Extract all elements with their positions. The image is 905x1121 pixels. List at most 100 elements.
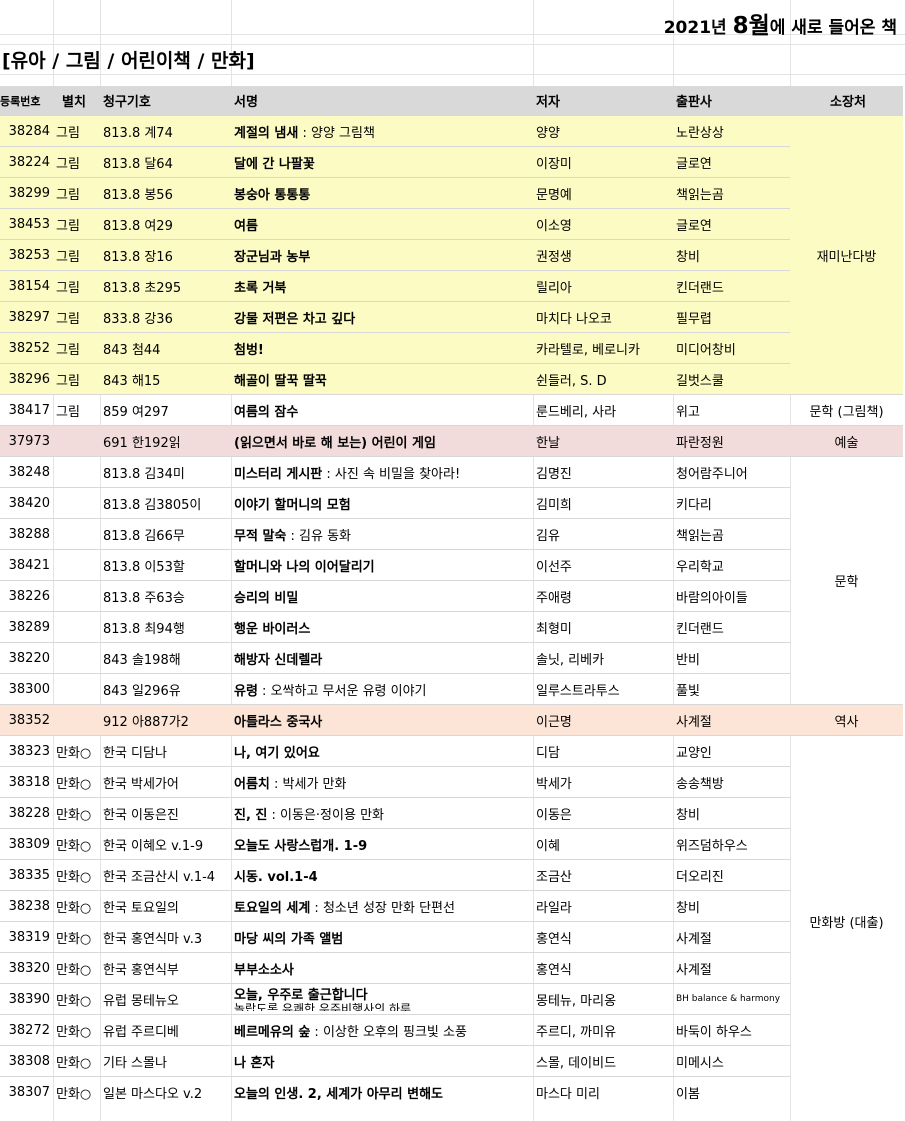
book-title: 여름 — [231, 208, 533, 240]
book-title: 아틀라스 중국사 — [231, 704, 533, 736]
reg-number: 38272 — [0, 1014, 53, 1046]
category-tag — [53, 456, 100, 488]
publisher: 파란정원 — [673, 425, 790, 457]
call-number: 한국 조금산시 v.1-4 — [100, 859, 231, 891]
book-title: 진, 진 : 이동은·정이용 만화 — [231, 797, 533, 829]
table-row: 38253 그림 813.8 장16 장군님과 농부 권정생 창비 — [0, 239, 903, 271]
publisher: 교양인 — [673, 735, 790, 767]
category-tag: 만화○ — [53, 766, 100, 798]
publisher: 창비 — [673, 797, 790, 829]
publisher: 노란상상 — [673, 115, 790, 147]
author: 이소영 — [533, 208, 673, 240]
category-tag: 만화○ — [53, 983, 100, 1015]
table-row: 38272 만화○ 유럽 주르디베 베르메유의 숲 : 이상한 오후의 핑크빛 소풍 주… — [0, 1014, 903, 1046]
category-tag — [53, 487, 100, 519]
reg-number: 38307 — [0, 1076, 53, 1107]
category-tag: 그림 — [53, 394, 100, 426]
call-number: 한국 디담나 — [100, 735, 231, 767]
header-location: 소장처 — [790, 86, 903, 116]
category-tag: 만화○ — [53, 1014, 100, 1046]
category-tag: 그림 — [53, 332, 100, 364]
call-number: 813.8 주63승 — [100, 580, 231, 612]
category-tag — [53, 673, 100, 705]
table-row: 38224 그림 813.8 달64 달에 간 나팔꽃 이장미 글로연 — [0, 146, 903, 178]
category-tag: 만화○ — [53, 859, 100, 891]
category-tag: 만화○ — [53, 1045, 100, 1077]
category-tag — [53, 611, 100, 643]
book-title: 무적 말숙 : 김유 동화 — [231, 518, 533, 550]
call-number: 859 여297 — [100, 394, 231, 426]
category-tag — [53, 580, 100, 612]
publisher: 글로연 — [673, 208, 790, 240]
table-row: 38323 만화○ 한국 디담나 나, 여기 있어요 디담 교양인 만화방 (대출) — [0, 735, 903, 1107]
publisher: 미디어창비 — [673, 332, 790, 364]
book-title: 이야기 할머니의 모험 — [231, 487, 533, 519]
table-row: 38309 만화○ 한국 이혜오 v.1-9 오늘도 사랑스럽개. 1-9 이혜 위즈덤하… — [0, 828, 903, 860]
reg-number: 38320 — [0, 952, 53, 984]
category-tag — [53, 642, 100, 674]
header-reg: 등록번호 — [0, 86, 53, 116]
publisher: 글로연 — [673, 146, 790, 178]
book-title: 유령 : 오싹하고 무서운 유령 이야기 — [231, 673, 533, 705]
category-tag: 만화○ — [53, 1076, 100, 1107]
location: 문학 (그림책) — [790, 394, 903, 426]
book-title: 할머니와 나의 이어달리기 — [231, 549, 533, 581]
category-tag — [53, 425, 100, 457]
author: 조금산 — [533, 859, 673, 891]
author: 몽테뉴, 마리옹 — [533, 983, 673, 1015]
publisher: 이봄 — [673, 1076, 790, 1107]
table-row: 38319 만화○ 한국 홍연식마 v.3 마당 씨의 가족 앨범 홍연식 사계절 — [0, 921, 903, 953]
category-tag: 만화○ — [53, 890, 100, 922]
table-row: 38238 만화○ 한국 토요일의 토요일의 세계 : 청소년 성장 만화 단편선 라일… — [0, 890, 903, 922]
author: 한날 — [533, 425, 673, 457]
category-tag: 만화○ — [53, 797, 100, 829]
category-tag — [53, 549, 100, 581]
table-header-row: 등록번호 별치 청구기호 서명 저자 출판사 소장처 — [0, 86, 903, 116]
publisher: 책읽는곰 — [673, 177, 790, 209]
publisher: 길벗스쿨 — [673, 363, 790, 395]
publisher: 키다리 — [673, 487, 790, 519]
call-number: 유럽 주르디베 — [100, 1014, 231, 1046]
publisher: 창비 — [673, 890, 790, 922]
book-title: 장군님과 농부 — [231, 239, 533, 271]
publisher: 위즈덤하우스 — [673, 828, 790, 860]
reg-number: 38299 — [0, 177, 53, 209]
publisher: 바둑이 하우스 — [673, 1014, 790, 1046]
book-title: 베르메유의 숲 : 이상한 오후의 핑크빛 소풍 — [231, 1014, 533, 1046]
reg-number: 38224 — [0, 146, 53, 178]
publisher: 반비 — [673, 642, 790, 674]
call-number: 813.8 계74 — [100, 115, 231, 147]
reg-number: 38323 — [0, 735, 53, 767]
table-row: 38154 그림 813.8 초295 초록 거북 릴리아 킨더랜드 — [0, 270, 903, 302]
author: 솔닛, 리베카 — [533, 642, 673, 674]
book-title: 달에 간 나팔꽃 — [231, 146, 533, 178]
author: 스몰, 데이비드 — [533, 1045, 673, 1077]
location: 예술 — [790, 425, 903, 457]
call-number: 843 일296유 — [100, 673, 231, 705]
location: 문학 — [790, 456, 903, 705]
table-row: 38297 그림 833.8 강36 강물 저편은 차고 깊다 마치다 나오코 필무렵 — [0, 301, 903, 333]
publisher: 창비 — [673, 239, 790, 271]
reg-number: 38248 — [0, 456, 53, 488]
call-number: 한국 토요일의 — [100, 890, 231, 922]
author: 주르디, 까미유 — [533, 1014, 673, 1046]
table-row: 38308 만화○ 기타 스몰나 나 혼자 스몰, 데이비드 미메시스 — [0, 1045, 903, 1077]
call-number: 912 아887가2 — [100, 704, 231, 736]
book-title: 해방자 신데렐라 — [231, 642, 533, 674]
book-title: 여름의 잠수 — [231, 394, 533, 426]
author: 일루스트라투스 — [533, 673, 673, 705]
reg-number: 38253 — [0, 239, 53, 271]
call-number: 813.8 여29 — [100, 208, 231, 240]
table-row: 38335 만화○ 한국 조금산시 v.1-4 시동. vol.1-4 조금산 더오리진 — [0, 859, 903, 891]
reg-number: 38308 — [0, 1045, 53, 1077]
book-title: 승리의 비밀 — [231, 580, 533, 612]
table-row: 38289 813.8 최94행 행운 바이러스 최형미 킨더랜드 — [0, 611, 903, 643]
publisher: 사계절 — [673, 952, 790, 984]
book-title: 행운 바이러스 — [231, 611, 533, 643]
call-number: 843 첨44 — [100, 332, 231, 364]
reg-number: 38284 — [0, 115, 53, 147]
category-tag: 그림 — [53, 208, 100, 240]
author: 릴리아 — [533, 270, 673, 302]
header-publisher: 출판사 — [673, 86, 790, 116]
reg-number: 38300 — [0, 673, 53, 705]
